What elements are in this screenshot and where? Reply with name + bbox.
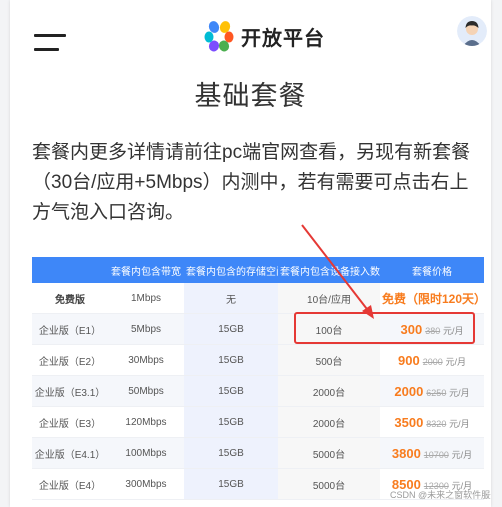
- plan-name: 企业版（E2）: [32, 344, 108, 376]
- old-price: 8320: [426, 418, 447, 429]
- price-value: 3800: [391, 445, 421, 461]
- plan-name: 企业版（E3.1）: [32, 375, 108, 407]
- table-row: 免费版 1Mbps 无 10台/应用 免费（限时120天）: [32, 283, 487, 314]
- table-row: 企业版（E3） 120Mbps 15GB 2000台 3500 8320 元/月: [32, 406, 484, 438]
- page-title: 基础套餐: [194, 81, 307, 111]
- column-header: 套餐内包含带宽: [108, 257, 184, 283]
- plan-name: 免费版: [32, 283, 108, 314]
- plan-devices: 5000台: [278, 437, 380, 469]
- free-price-label: 免费（限时120天）: [382, 291, 487, 306]
- flower-logo-icon: [204, 21, 234, 52]
- price-unit: 元/月: [445, 356, 467, 367]
- watermark: CSDN @未来之窗软件服务: [390, 490, 491, 500]
- plan-name: 企业版（E3）: [32, 406, 108, 438]
- plan-price: 3500 8320 元/月: [380, 406, 484, 438]
- column-header: [32, 257, 108, 283]
- plan-devices: 500台: [278, 344, 380, 376]
- highlight-box: [294, 312, 475, 344]
- plan-price: 3800 10700 元/月: [380, 437, 484, 469]
- plan-name: 企业版（E4.1）: [32, 437, 108, 469]
- red-arrow-annotation: [301, 224, 374, 319]
- pricing-table: 套餐内包含带宽 套餐内包含的存储空间 套餐内包含设备接入数 套餐价格 免费版 1…: [32, 257, 487, 500]
- old-price: 10700: [423, 449, 449, 460]
- table-row: 企业版（E3.1） 50Mbps 15GB 2000台 2000 6250 元/月: [32, 375, 484, 407]
- table-row: 企业版（E4.1） 100Mbps 15GB 5000台 3800 10700 元…: [32, 437, 484, 469]
- plan-storage: 15GB: [184, 375, 278, 407]
- price-unit: 元/月: [449, 387, 470, 398]
- plan-price: 免费（限时120天）: [380, 283, 487, 314]
- price-value: 2000: [394, 383, 424, 399]
- plan-bandwidth: 100Mbps: [108, 437, 184, 469]
- table-header-row: 套餐内包含带宽 套餐内包含的存储空间 套餐内包含设备接入数 套餐价格: [32, 257, 484, 283]
- price-value: 3500: [394, 414, 424, 430]
- plan-bandwidth: 300Mbps: [108, 468, 184, 500]
- plan-storage: 15GB: [184, 313, 278, 345]
- plan-storage: 15GB: [184, 468, 278, 500]
- plan-price: 900 2000 元/月: [380, 344, 484, 376]
- plan-name: 企业版（E1）: [32, 313, 108, 345]
- plan-bandwidth: 30Mbps: [108, 344, 184, 376]
- price-unit: 元/月: [451, 449, 473, 460]
- plan-bandwidth: 5Mbps: [108, 313, 184, 345]
- plan-price: 2000 6250 元/月: [380, 375, 484, 407]
- plan-devices: 5000台: [278, 468, 380, 500]
- old-price: 6250: [426, 387, 447, 398]
- plan-name: 企业版（E4）: [32, 468, 108, 500]
- plan-storage: 15GB: [184, 406, 278, 438]
- plan-bandwidth: 1Mbps: [108, 283, 184, 314]
- brand-name: 开放平台: [241, 27, 325, 50]
- plan-devices: 2000台: [278, 375, 380, 407]
- old-price: 2000: [422, 356, 443, 367]
- user-avatar-icon: [457, 16, 487, 46]
- column-header: 套餐价格: [380, 257, 484, 283]
- plan-storage: 无: [184, 283, 278, 314]
- user-avatar[interactable]: [457, 16, 487, 46]
- page-container: 开放平台 基础套餐 套餐内更多详情请前往pc端官网查看，另现有新套餐（30台/应…: [10, 0, 491, 507]
- plan-bandwidth: 50Mbps: [108, 375, 184, 407]
- hamburger-menu-icon[interactable]: [34, 32, 66, 52]
- price-value: 900: [397, 352, 420, 368]
- column-header: 套餐内包含的存储空间: [184, 257, 278, 283]
- plan-devices: 2000台: [278, 406, 380, 438]
- intro-text: 套餐内更多详情请前往pc端官网查看，另现有新套餐（30台/应用+5Mbps）内测…: [32, 142, 471, 223]
- plan-bandwidth: 120Mbps: [108, 406, 184, 438]
- plan-storage: 15GB: [184, 437, 278, 469]
- plan-storage: 15GB: [184, 344, 278, 376]
- table-row: 企业版（E2） 30Mbps 15GB 500台 900 2000 元/月: [32, 344, 484, 376]
- menu-line: [34, 48, 59, 51]
- brand[interactable]: 开放平台: [202, 19, 325, 53]
- menu-line: [34, 34, 66, 37]
- price-unit: 元/月: [449, 418, 470, 429]
